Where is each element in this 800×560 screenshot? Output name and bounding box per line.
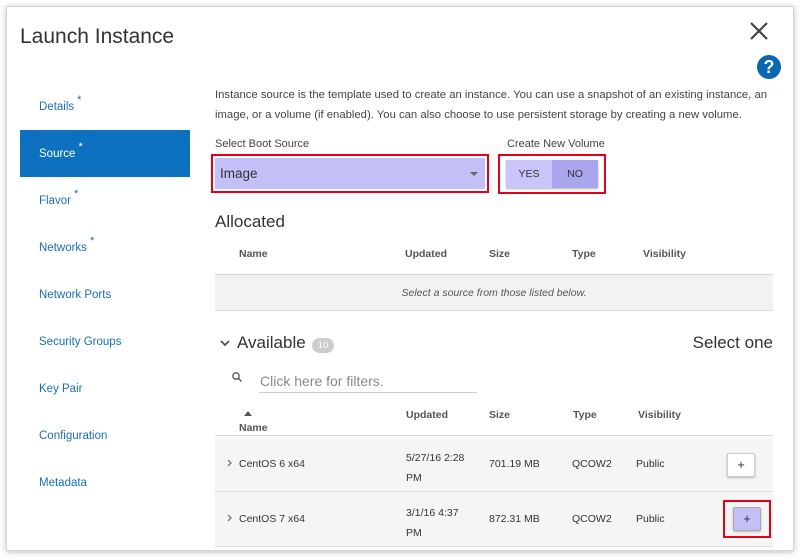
table-row: CentOS 7 x64 3/1/16 4:37 PM 872.31 MB QCO… [215, 492, 773, 547]
nav-item-label: Metadata [39, 476, 87, 489]
chevron-down-icon[interactable] [219, 337, 231, 349]
chevron-right-icon[interactable] [226, 457, 234, 469]
boot-source-highlight: Image [211, 154, 489, 193]
row-name: CentOS 7 x64 [239, 513, 305, 525]
nav-item-details[interactable]: Details * [20, 83, 190, 130]
nav-item-security-groups[interactable]: Security Groups [20, 318, 190, 365]
nav-item-configuration[interactable]: Configuration [20, 412, 190, 459]
column-header-type: Type [573, 409, 597, 421]
nav-item-flavor[interactable]: Flavor * [20, 177, 190, 224]
column-header-size: Size [489, 248, 511, 260]
column-header-updated: Updated [405, 248, 447, 260]
nav-item-label: Security Groups [39, 335, 122, 348]
volume-yes-button[interactable]: YES [506, 160, 552, 188]
nav-item-label: Source [39, 147, 76, 160]
available-count-badge: 10 [312, 338, 334, 353]
row-visibility: Public [636, 458, 665, 470]
row-updated-line: PM [406, 472, 422, 484]
nav-item-label: Key Pair [39, 382, 83, 395]
column-header-name: Name [239, 248, 268, 260]
column-header-visibility: Visibility [638, 409, 681, 421]
boot-source-select[interactable]: Image [215, 158, 485, 189]
row-updated: 5/27/16 2:28 PM [406, 448, 464, 488]
available-section-header: Available 10 Select one [215, 333, 773, 357]
available-table-header: Name Updated Size Type Visibility [215, 396, 773, 436]
sort-ascending-icon [244, 411, 252, 416]
column-header-updated: Updated [406, 409, 448, 421]
required-marker: * [77, 93, 82, 106]
filter-input[interactable] [259, 369, 477, 393]
boot-source-label: Select Boot Source [215, 138, 310, 150]
row-visibility: Public [636, 513, 665, 525]
create-volume-toggle: YES NO [506, 160, 598, 188]
allocated-table-header: Name Updated Size Type Visibility [215, 235, 773, 275]
column-header-name[interactable]: Name [239, 409, 268, 434]
close-icon[interactable] [747, 19, 771, 43]
nav-item-label: Networks [39, 241, 87, 254]
nav-item-label: Flavor [39, 194, 71, 207]
dialog-title: Launch Instance [20, 25, 175, 48]
create-volume-label: Create New Volume [507, 138, 605, 150]
volume-no-button[interactable]: NO [552, 160, 598, 188]
row-size: 872.31 MB [489, 513, 540, 525]
chevron-right-icon[interactable] [226, 512, 234, 524]
wizard-nav: Details * Source * Flavor * Networks * Netwo… [20, 83, 190, 506]
row-updated: 3/1/16 4:37 PM [406, 503, 459, 543]
nav-item-label: Details [39, 100, 75, 113]
row-type: QCOW2 [572, 513, 612, 525]
nav-item-network-ports[interactable]: Network Ports [20, 271, 190, 318]
nav-item-networks[interactable]: Networks * [20, 224, 190, 271]
search-icon [232, 372, 242, 382]
caret-down-icon [470, 172, 478, 176]
launch-instance-dialog: Launch Instance ? Details * Source * Flavo… [6, 6, 794, 551]
row-updated-line: 5/27/16 2:28 [406, 452, 465, 464]
available-heading: Available [237, 333, 306, 352]
nav-item-label: Network Ports [39, 288, 112, 301]
column-header-type: Type [572, 248, 596, 260]
add-button[interactable]: + [727, 453, 755, 477]
row-updated-line: PM [406, 527, 422, 539]
row-updated-line: 3/1/16 4:37 [406, 507, 459, 519]
create-volume-highlight: YES NO [498, 154, 606, 194]
add-button[interactable]: + [733, 507, 761, 531]
required-marker: * [78, 140, 83, 153]
boot-source-value: Image [220, 166, 258, 181]
allocated-empty-message: Select a source from those listed below. [215, 275, 773, 311]
source-description: Instance source is the template used to … [215, 89, 768, 121]
select-one-hint: Select one [692, 333, 773, 352]
row-name: CentOS 6 x64 [239, 458, 305, 470]
allocated-heading: Allocated [215, 212, 285, 231]
nav-item-source[interactable]: Source * [20, 130, 190, 177]
add-button-highlight: + [723, 500, 771, 538]
nav-item-metadata[interactable]: Metadata [20, 459, 190, 506]
row-type: QCOW2 [572, 458, 612, 470]
row-size: 701.19 MB [489, 458, 540, 470]
column-header-name-label: Name [239, 422, 268, 434]
table-row: CentOS 6 x64 5/27/16 2:28 PM 701.19 MB QC… [215, 437, 773, 492]
column-header-size: Size [489, 409, 511, 421]
required-marker: * [73, 187, 79, 200]
help-icon[interactable]: ? [757, 55, 781, 79]
nav-item-label: Configuration [39, 429, 108, 442]
column-header-visibility: Visibility [643, 248, 686, 260]
nav-item-key-pair[interactable]: Key Pair [20, 365, 190, 412]
required-marker: * [89, 234, 95, 247]
